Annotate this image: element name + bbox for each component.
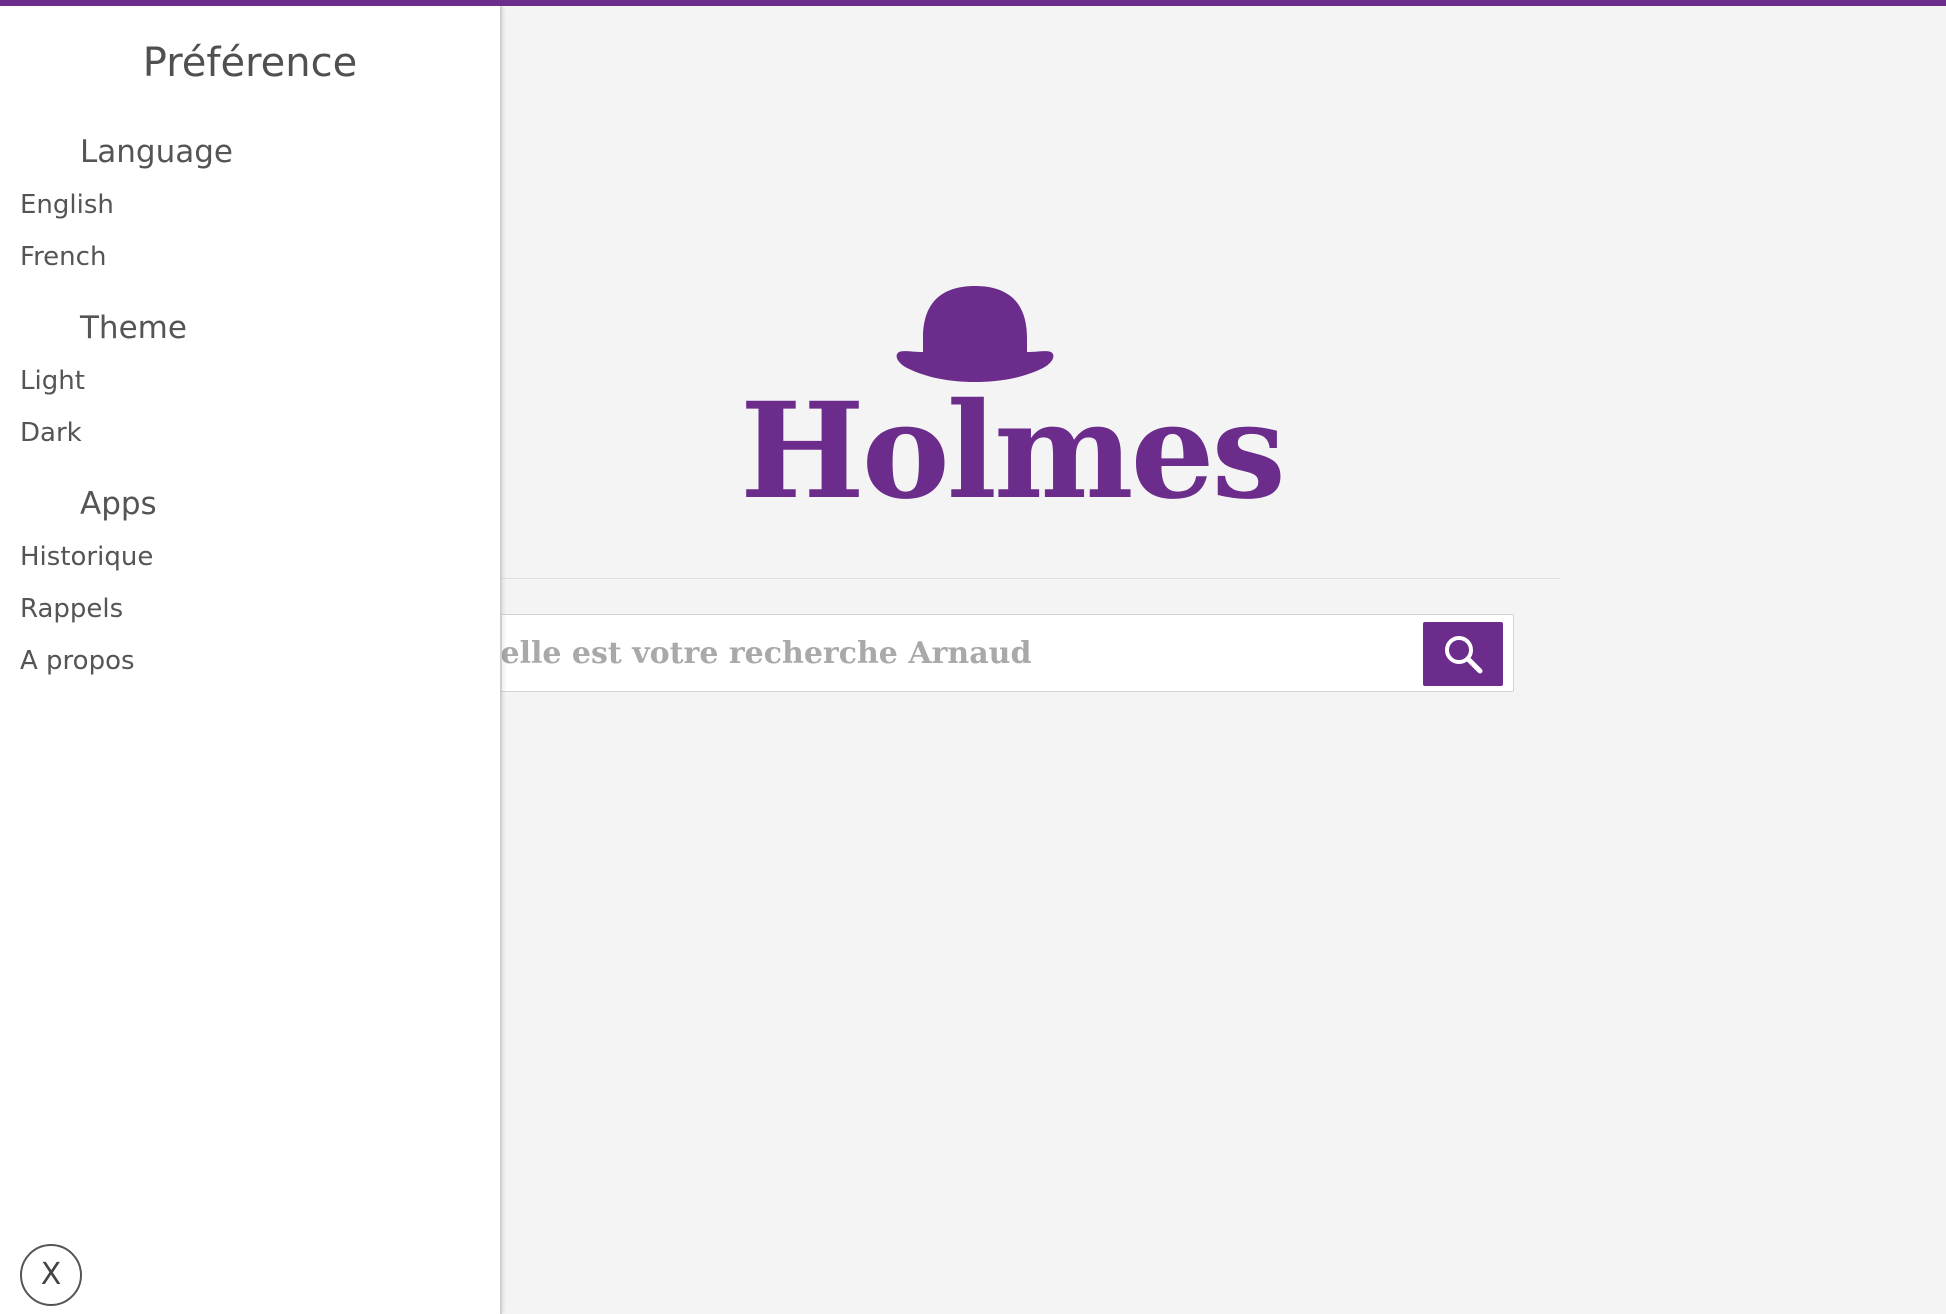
search-input[interactable] (435, 615, 1415, 691)
preferences-sidebar: Préférence Language English French Theme… (0, 6, 502, 1314)
logo-wordmark: Holmes (740, 374, 1286, 529)
divider-line (500, 578, 1560, 579)
menu-item-historique[interactable]: Historique (20, 542, 153, 572)
bowler-hat-icon (896, 286, 1054, 382)
menu-item-a-propos[interactable]: A propos (20, 646, 135, 676)
section-heading-theme: Theme (80, 310, 187, 346)
close-sidebar-button[interactable]: X (20, 1244, 82, 1306)
holmes-logo: Holmes (740, 286, 1286, 529)
section-heading-language: Language (80, 134, 233, 170)
section-heading-apps: Apps (80, 486, 157, 522)
menu-item-light[interactable]: Light (20, 366, 85, 396)
search-box (420, 614, 1514, 692)
search-button[interactable] (1423, 622, 1503, 686)
menu-item-rappels[interactable]: Rappels (20, 594, 123, 624)
sidebar-title: Préférence (142, 40, 358, 86)
menu-item-french[interactable]: French (20, 242, 106, 272)
top-accent-bar (0, 0, 1946, 6)
menu-item-dark[interactable]: Dark (20, 418, 82, 448)
menu-item-english[interactable]: English (20, 190, 114, 220)
search-icon (1445, 636, 1483, 674)
